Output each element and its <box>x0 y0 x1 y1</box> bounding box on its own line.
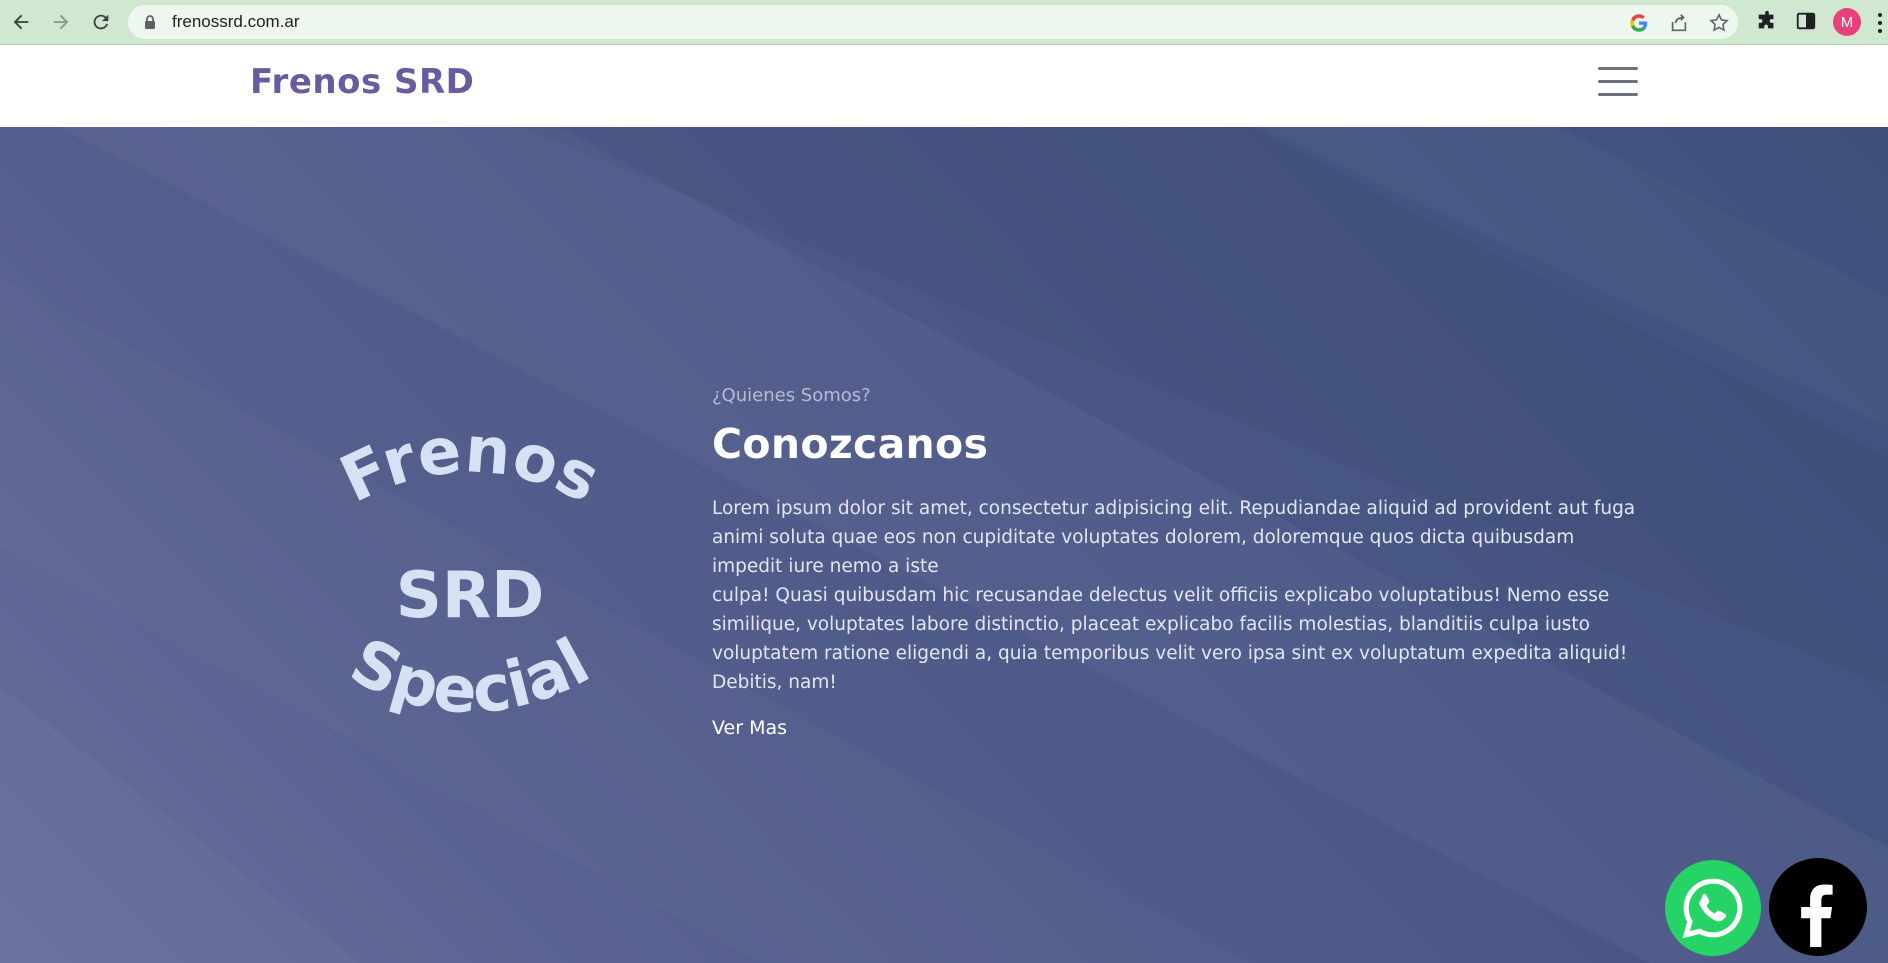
forward-arrow-icon <box>53 14 69 30</box>
address-bar[interactable]: frenossrd.com.ar <box>128 5 1738 39</box>
about-paragraph-1: Lorem ipsum dolor sit amet, consectetur … <box>712 498 1636 577</box>
browser-toolbar: frenossrd.com.ar M <box>0 0 1888 45</box>
side-panel-icon[interactable] <box>1795 10 1817 32</box>
facebook-icon <box>1801 884 1833 947</box>
section-title: Conozcanos <box>712 420 989 468</box>
url-text: frenossrd.com.ar <box>172 12 300 31</box>
logo-line-top: Frenos <box>330 417 611 518</box>
back-arrow-icon <box>13 14 29 30</box>
back-button[interactable] <box>5 6 37 38</box>
share-icon[interactable] <box>1668 12 1690 34</box>
about-section: Frenos SRD Special ¿Quienes Somos? Conoz… <box>0 127 1888 963</box>
profile-avatar[interactable]: M <box>1833 8 1861 36</box>
frenos-srd-special-logo: Frenos SRD Special <box>330 417 611 729</box>
whatsapp-button[interactable] <box>1665 860 1761 956</box>
hamburger-menu-icon[interactable] <box>1598 67 1638 99</box>
reload-button[interactable] <box>85 6 117 38</box>
about-paragraph-2: culpa! Quasi quibusdam hic recusandae de… <box>712 585 1628 693</box>
reload-icon <box>93 14 109 30</box>
google-icon[interactable] <box>1628 12 1650 34</box>
lock-icon <box>145 15 155 29</box>
section-eyebrow: ¿Quienes Somos? <box>712 385 871 406</box>
about-content: ¿Quienes Somos? Conozcanos Lorem ipsum d… <box>712 385 1642 739</box>
more-options-icon[interactable] <box>1876 12 1884 34</box>
svg-text:Special: Special <box>339 625 601 729</box>
logo-line-middle: SRD <box>396 559 545 633</box>
star-icon[interactable] <box>1708 12 1730 34</box>
site-header: Frenos SRD <box>0 45 1888 127</box>
ver-mas-link[interactable]: Ver Mas <box>712 717 787 739</box>
whatsapp-icon <box>1682 878 1743 939</box>
puzzle-icon[interactable] <box>1756 10 1778 32</box>
forward-button[interactable] <box>45 6 77 38</box>
logo-line-bottom: Special <box>339 625 601 729</box>
facebook-button[interactable] <box>1769 858 1867 956</box>
svg-text:Frenos: Frenos <box>330 417 611 518</box>
brand-logo[interactable]: Frenos SRD <box>250 62 474 102</box>
